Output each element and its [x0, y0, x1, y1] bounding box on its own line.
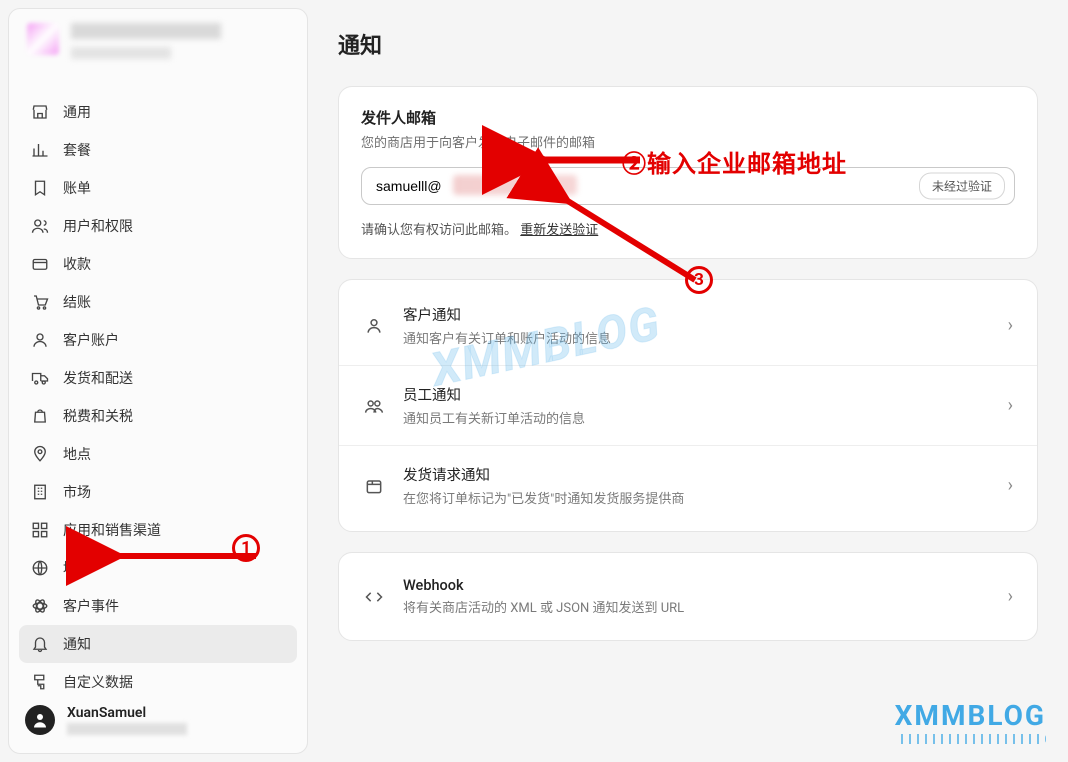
- sidebar-item-label: 通知: [63, 634, 91, 654]
- sidebar-item-payments[interactable]: 收款: [19, 245, 297, 283]
- person-icon: [31, 331, 49, 349]
- globe-icon: [31, 559, 49, 577]
- sidebar-footer[interactable]: XuanSamuel: [9, 693, 307, 753]
- sidebar-item-label: 套餐: [63, 140, 91, 160]
- sidebar-item-label: 客户事件: [63, 596, 119, 616]
- sidebar-item-billing[interactable]: 账单: [19, 169, 297, 207]
- notification-list-card: 客户通知 通知客户有关订单和账户活动的信息 › 员工通知 通知员工有关新订单活动…: [338, 279, 1038, 532]
- sidebar-item-domains[interactable]: 域名: [19, 549, 297, 587]
- building-icon: [31, 483, 49, 501]
- sidebar-item-label: 市场: [63, 482, 91, 502]
- store-logo: [27, 23, 59, 55]
- list-row-webhook[interactable]: Webhook 将有关商店活动的 XML 或 JSON 通知发送到 URL ›: [339, 559, 1037, 634]
- sender-email-card: 发件人邮箱 您的商店用于向客户发送电子邮件的邮箱 未经过验证 请确认您有权访问此…: [338, 86, 1038, 259]
- helper-prefix: 请确认您有权访问此邮箱。: [361, 223, 517, 238]
- sidebar-item-label: 域名: [63, 558, 91, 578]
- store-name-redacted: [71, 23, 221, 39]
- list-title: 发货请求通知: [403, 464, 990, 485]
- sidebar-item-notifications[interactable]: 通知: [19, 625, 297, 663]
- person-icon: [363, 315, 385, 337]
- list-desc: 在您将订单标记为"已发货"时通知发货服务提供商: [403, 488, 990, 507]
- helper-text: 请确认您有权访问此邮箱。 重新发送验证: [361, 219, 1015, 238]
- code-icon: [363, 586, 385, 608]
- chevron-right-icon: ›: [1008, 586, 1013, 607]
- sidebar-item-label: 账单: [63, 178, 91, 198]
- chevron-right-icon: ›: [1008, 395, 1013, 416]
- list-title: 客户通知: [403, 304, 990, 325]
- list-title: Webhook: [403, 577, 990, 594]
- card-heading: 发件人邮箱: [361, 107, 1015, 128]
- sidebar-item-label: 税费和关税: [63, 406, 133, 426]
- sidebar-item-label: 客户账户: [63, 330, 119, 350]
- sidebar-item-locations[interactable]: 地点: [19, 435, 297, 473]
- sidebar-header: [9, 9, 307, 79]
- sidebar-item-users[interactable]: 用户和权限: [19, 207, 297, 245]
- cart-icon: [31, 293, 49, 311]
- page-title: 通知: [338, 28, 1038, 60]
- list-desc: 通知客户有关订单和账户活动的信息: [403, 328, 990, 347]
- sidebar-item-label: 发货和配送: [63, 368, 133, 388]
- sidebar-item-general[interactable]: 通用: [19, 93, 297, 131]
- bag-icon: [31, 407, 49, 425]
- list-row-fulfillment-notifications[interactable]: 发货请求通知 在您将订单标记为"已发货"时通知发货服务提供商 ›: [339, 445, 1037, 525]
- user-sub-redacted: [67, 723, 187, 735]
- sidebar-item-label: 通用: [63, 102, 91, 122]
- paint-icon: [31, 673, 49, 691]
- email-input-wrap: 未经过验证: [361, 167, 1015, 205]
- webhook-card: Webhook 将有关商店活动的 XML 或 JSON 通知发送到 URL ›: [338, 552, 1038, 641]
- list-desc: 通知员工有关新订单活动的信息: [403, 408, 990, 427]
- sidebar-item-checkout[interactable]: 结账: [19, 283, 297, 321]
- wallet-icon: [31, 255, 49, 273]
- sidebar-item-apps[interactable]: 应用和销售渠道: [19, 511, 297, 549]
- main-content: 通知 发件人邮箱 您的商店用于向客户发送电子邮件的邮箱 未经过验证 请确认您有权…: [308, 0, 1068, 762]
- sidebar-nav: 通用 套餐 账单 用户和权限 收款 结账: [9, 79, 307, 693]
- sidebar-item-label: 收款: [63, 254, 91, 274]
- sidebar-item-label: 地点: [63, 444, 91, 464]
- store-sub-redacted: [71, 47, 171, 59]
- sidebar: 通用 套餐 账单 用户和权限 收款 结账: [8, 8, 308, 754]
- list-desc: 将有关商店活动的 XML 或 JSON 通知发送到 URL: [403, 597, 990, 616]
- card-subtext: 您的商店用于向客户发送电子邮件的邮箱: [361, 132, 1015, 151]
- sidebar-item-markets[interactable]: 市场: [19, 473, 297, 511]
- chevron-right-icon: ›: [1008, 315, 1013, 336]
- email-redacted: [453, 175, 577, 195]
- package-icon: [363, 475, 385, 497]
- chevron-right-icon: ›: [1008, 475, 1013, 496]
- atom-icon: [31, 597, 49, 615]
- users-icon: [31, 217, 49, 235]
- bell-icon: [31, 635, 49, 653]
- sidebar-item-custom-data[interactable]: 自定义数据: [19, 663, 297, 693]
- sidebar-item-label: 自定义数据: [63, 672, 133, 692]
- bookmark-icon: [31, 179, 49, 197]
- pin-icon: [31, 445, 49, 463]
- sidebar-item-taxes[interactable]: 税费和关税: [19, 397, 297, 435]
- sidebar-item-label: 应用和销售渠道: [63, 520, 161, 540]
- chart-icon: [31, 141, 49, 159]
- resend-verification-link[interactable]: 重新发送验证: [520, 223, 598, 238]
- sidebar-item-plans[interactable]: 套餐: [19, 131, 297, 169]
- avatar: [25, 705, 55, 735]
- list-title: 员工通知: [403, 384, 990, 405]
- sidebar-item-label: 结账: [63, 292, 91, 312]
- people-icon: [363, 395, 385, 417]
- grid-icon: [31, 521, 49, 539]
- list-row-customer-notifications[interactable]: 客户通知 通知客户有关订单和账户活动的信息 ›: [339, 286, 1037, 365]
- sidebar-item-shipping[interactable]: 发货和配送: [19, 359, 297, 397]
- list-row-staff-notifications[interactable]: 员工通知 通知员工有关新订单活动的信息 ›: [339, 365, 1037, 445]
- sidebar-item-customer-events[interactable]: 客户事件: [19, 587, 297, 625]
- truck-icon: [31, 369, 49, 387]
- sidebar-item-customer-accounts[interactable]: 客户账户: [19, 321, 297, 359]
- sidebar-item-label: 用户和权限: [63, 216, 133, 236]
- user-name: XuanSamuel: [67, 705, 187, 721]
- unverified-badge: 未经过验证: [919, 173, 1005, 200]
- store-icon: [31, 103, 49, 121]
